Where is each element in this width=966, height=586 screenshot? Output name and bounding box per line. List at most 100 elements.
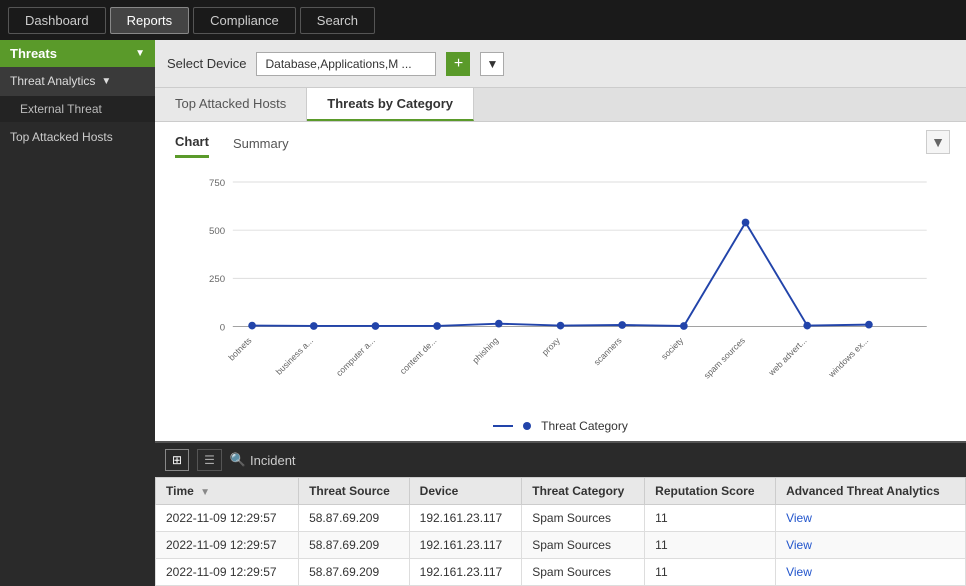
chart-header: Chart Summary ▼ [155, 122, 966, 158]
list-view-button[interactable]: ☰ [197, 449, 222, 471]
data-point-0 [248, 322, 256, 330]
sidebar-item-threat-analytics[interactable]: Threat Analytics ▼ [0, 67, 155, 95]
sidebar-item-external-threat[interactable]: External Threat [0, 95, 155, 122]
nav-search[interactable]: Search [300, 7, 375, 34]
chevron-down-icon: ▼ [931, 134, 945, 150]
cell-reputation-score: 11 [645, 559, 776, 586]
table-toolbar: ⊞ ☰ 🔍 Incident [155, 443, 966, 477]
tabs-bar: Top Attacked Hosts Threats by Category [155, 88, 966, 122]
legend-label: Threat Category [541, 419, 628, 433]
data-point-9 [803, 322, 811, 330]
line-chart: Count 750 500 250 0 [175, 168, 946, 408]
data-point-8 [742, 219, 750, 227]
sidebar-sub-label: External Threat [20, 102, 102, 116]
svg-text:content de...: content de... [398, 335, 439, 376]
threats-dropdown[interactable]: Threats ▼ [0, 40, 155, 67]
device-bar: Select Device Database,Applications,M ..… [155, 40, 966, 88]
col-time: Time ▼ [156, 478, 299, 505]
chart-legend: Threat Category [155, 415, 966, 441]
data-point-1 [310, 322, 318, 330]
col-threat-category: Threat Category [522, 478, 645, 505]
cell-advanced: View [776, 505, 966, 532]
data-point-4 [495, 320, 503, 328]
nav-compliance[interactable]: Compliance [193, 7, 296, 34]
device-select[interactable]: Database,Applications,M ... [256, 52, 436, 76]
expand-button[interactable]: ▼ [926, 130, 950, 154]
cell-time: 2022-11-09 12:29:57 [156, 559, 299, 586]
cell-device: 192.161.23.117 [409, 505, 522, 532]
data-point-6 [618, 321, 626, 329]
sidebar-tab-label-1: Top Attacked Hosts [10, 130, 113, 144]
svg-text:society: society [659, 335, 686, 362]
cell-reputation-score: 11 [645, 532, 776, 559]
legend-dot-icon [523, 422, 531, 430]
sidebar: Threats ▼ Threat Analytics ▼ External Th… [0, 40, 155, 586]
col-threat-source: Threat Source [299, 478, 410, 505]
table-row: 2022-11-09 12:29:57 58.87.69.209 192.161… [156, 505, 966, 532]
nav-reports[interactable]: Reports [110, 7, 190, 34]
sort-icon: ▼ [200, 487, 210, 498]
chart-line [252, 222, 869, 326]
device-add-button[interactable]: + [446, 52, 470, 76]
chart-container: Chart Summary ▼ Count 750 500 250 [155, 122, 966, 441]
top-nav: Dashboard Reports Compliance Search [0, 0, 966, 40]
data-point-3 [433, 322, 441, 330]
svg-text:750: 750 [209, 178, 225, 189]
cell-device: 192.161.23.117 [409, 532, 522, 559]
cell-threat-source: 58.87.69.209 [299, 505, 410, 532]
threats-dropdown-label: Threats [10, 46, 57, 61]
col-reputation-score: Reputation Score [645, 478, 776, 505]
legend-line-icon [493, 425, 513, 427]
cell-reputation-score: 11 [645, 505, 776, 532]
svg-text:windows ex...: windows ex... [826, 335, 871, 380]
caret-icon: ▼ [101, 76, 111, 87]
cell-advanced: View [776, 559, 966, 586]
content-area: Threats ▼ Threat Analytics ▼ External Th… [0, 40, 966, 586]
tab-top-attacked[interactable]: Top Attacked Hosts [155, 88, 307, 121]
data-table: Time ▼ Threat Source Device Threat Categ… [155, 477, 966, 586]
cell-time: 2022-11-09 12:29:57 [156, 532, 299, 559]
main-panel: Select Device Database,Applications,M ..… [155, 40, 966, 586]
svg-text:500: 500 [209, 226, 225, 237]
chevron-down-icon: ▼ [135, 48, 145, 59]
device-filter-button[interactable]: ▼ [480, 52, 504, 76]
view-link[interactable]: View [786, 538, 812, 552]
filter-icon: ▼ [487, 57, 499, 71]
incident-search-icon: 🔍 [230, 452, 246, 468]
chart-tab-chart[interactable]: Chart [175, 134, 209, 158]
table-header-row: Time ▼ Threat Source Device Threat Categ… [156, 478, 966, 505]
table-row: 2022-11-09 12:29:57 58.87.69.209 192.161… [156, 532, 966, 559]
cell-device: 192.161.23.117 [409, 559, 522, 586]
data-point-7 [680, 322, 688, 330]
nav-dashboard[interactable]: Dashboard [8, 7, 106, 34]
data-point-2 [372, 322, 380, 330]
incident-button[interactable]: 🔍 Incident [230, 452, 296, 468]
svg-text:spam sources: spam sources [702, 335, 748, 381]
cell-threat-category: Spam Sources [522, 505, 645, 532]
col-device: Device [409, 478, 522, 505]
svg-text:computer a...: computer a... [334, 335, 377, 378]
cell-threat-source: 58.87.69.209 [299, 559, 410, 586]
device-label: Select Device [167, 56, 246, 71]
table-row: 2022-11-09 12:29:57 58.87.69.209 192.161… [156, 559, 966, 586]
cell-advanced: View [776, 532, 966, 559]
cell-threat-category: Spam Sources [522, 532, 645, 559]
data-point-10 [865, 321, 873, 329]
chart-tab-summary[interactable]: Summary [233, 136, 289, 157]
view-link[interactable]: View [786, 511, 812, 525]
tab-threats-by-category[interactable]: Threats by Category [307, 88, 474, 121]
col-advanced-threat: Advanced Threat Analytics [776, 478, 966, 505]
cell-time: 2022-11-09 12:29:57 [156, 505, 299, 532]
svg-text:0: 0 [220, 322, 225, 333]
svg-text:scanners: scanners [592, 335, 624, 367]
table-section: ⊞ ☰ 🔍 Incident Time ▼ Threat Source Devi… [155, 441, 966, 586]
svg-text:phishing: phishing [470, 335, 500, 365]
sidebar-tab-top-attacked[interactable]: Top Attacked Hosts [0, 122, 155, 152]
incident-label: Incident [250, 453, 296, 468]
svg-text:web advert...: web advert... [766, 335, 809, 378]
cell-threat-category: Spam Sources [522, 559, 645, 586]
sidebar-item-label: Threat Analytics [10, 74, 95, 88]
view-link[interactable]: View [786, 565, 812, 579]
grid-view-button[interactable]: ⊞ [165, 449, 189, 471]
data-point-5 [557, 322, 565, 330]
